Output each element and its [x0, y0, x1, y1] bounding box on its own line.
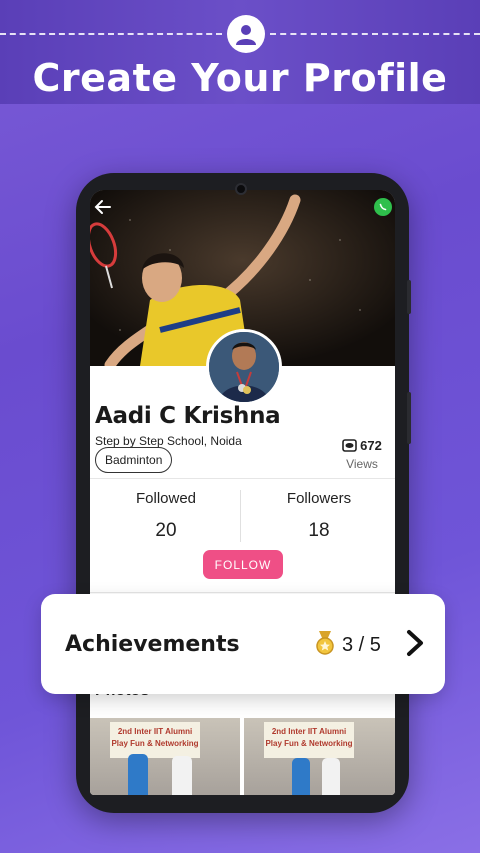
achievements-title: Achievements	[65, 632, 240, 657]
photo-thumbnail[interactable]: 2nd Inter IIT Alumni Play Fun & Networki…	[90, 718, 240, 795]
followers-stat[interactable]: Followers 18	[243, 490, 395, 542]
divider	[90, 592, 395, 593]
avatar[interactable]	[206, 329, 282, 405]
page-title: Create Your Profile	[32, 56, 448, 100]
dashed-divider-right	[270, 33, 480, 35]
phone-volume-button	[407, 392, 411, 444]
profile-name: Aadi C Krishna	[95, 403, 281, 429]
photo-thumbnail[interactable]: 2nd Inter IIT Alumni Play Fun & Networki…	[244, 718, 395, 795]
back-arrow-icon[interactable]	[94, 198, 112, 222]
stat-divider	[240, 490, 241, 542]
views-label: Views	[346, 457, 378, 471]
eye-icon	[342, 439, 357, 452]
views-counter: 672 Views	[336, 438, 388, 471]
whatsapp-icon[interactable]	[374, 198, 392, 216]
photo-banner-text: 2nd Inter IIT Alumni Play Fun & Networki…	[264, 722, 354, 758]
followers-label: Followers	[286, 490, 352, 507]
followers-value: 18	[308, 520, 330, 541]
divider	[90, 478, 395, 479]
photo-banner-text: 2nd Inter IIT Alumni Play Fun & Networki…	[110, 722, 200, 758]
medal-icon	[313, 630, 337, 661]
followed-label: Followed	[135, 490, 197, 507]
user-avatar-icon	[227, 15, 265, 53]
phone-screen: Aadi C Krishna Step by Step School, Noid…	[90, 190, 395, 795]
sport-chip[interactable]: Badminton	[95, 447, 173, 473]
front-camera	[235, 183, 247, 195]
achievements-card[interactable]: Achievements 3 / 5	[41, 594, 445, 694]
follow-button[interactable]: FOLLOW	[203, 550, 283, 579]
views-count: 672	[360, 438, 382, 453]
followed-stat[interactable]: Followed 20	[90, 490, 242, 542]
chevron-right-icon[interactable]	[403, 628, 427, 663]
followed-value: 20	[155, 520, 177, 541]
profile-school: Step by Step School, Noida	[95, 434, 242, 448]
phone-side-button	[407, 280, 411, 314]
dashed-divider-left	[0, 33, 222, 35]
achievements-count: 3 / 5	[342, 634, 381, 656]
